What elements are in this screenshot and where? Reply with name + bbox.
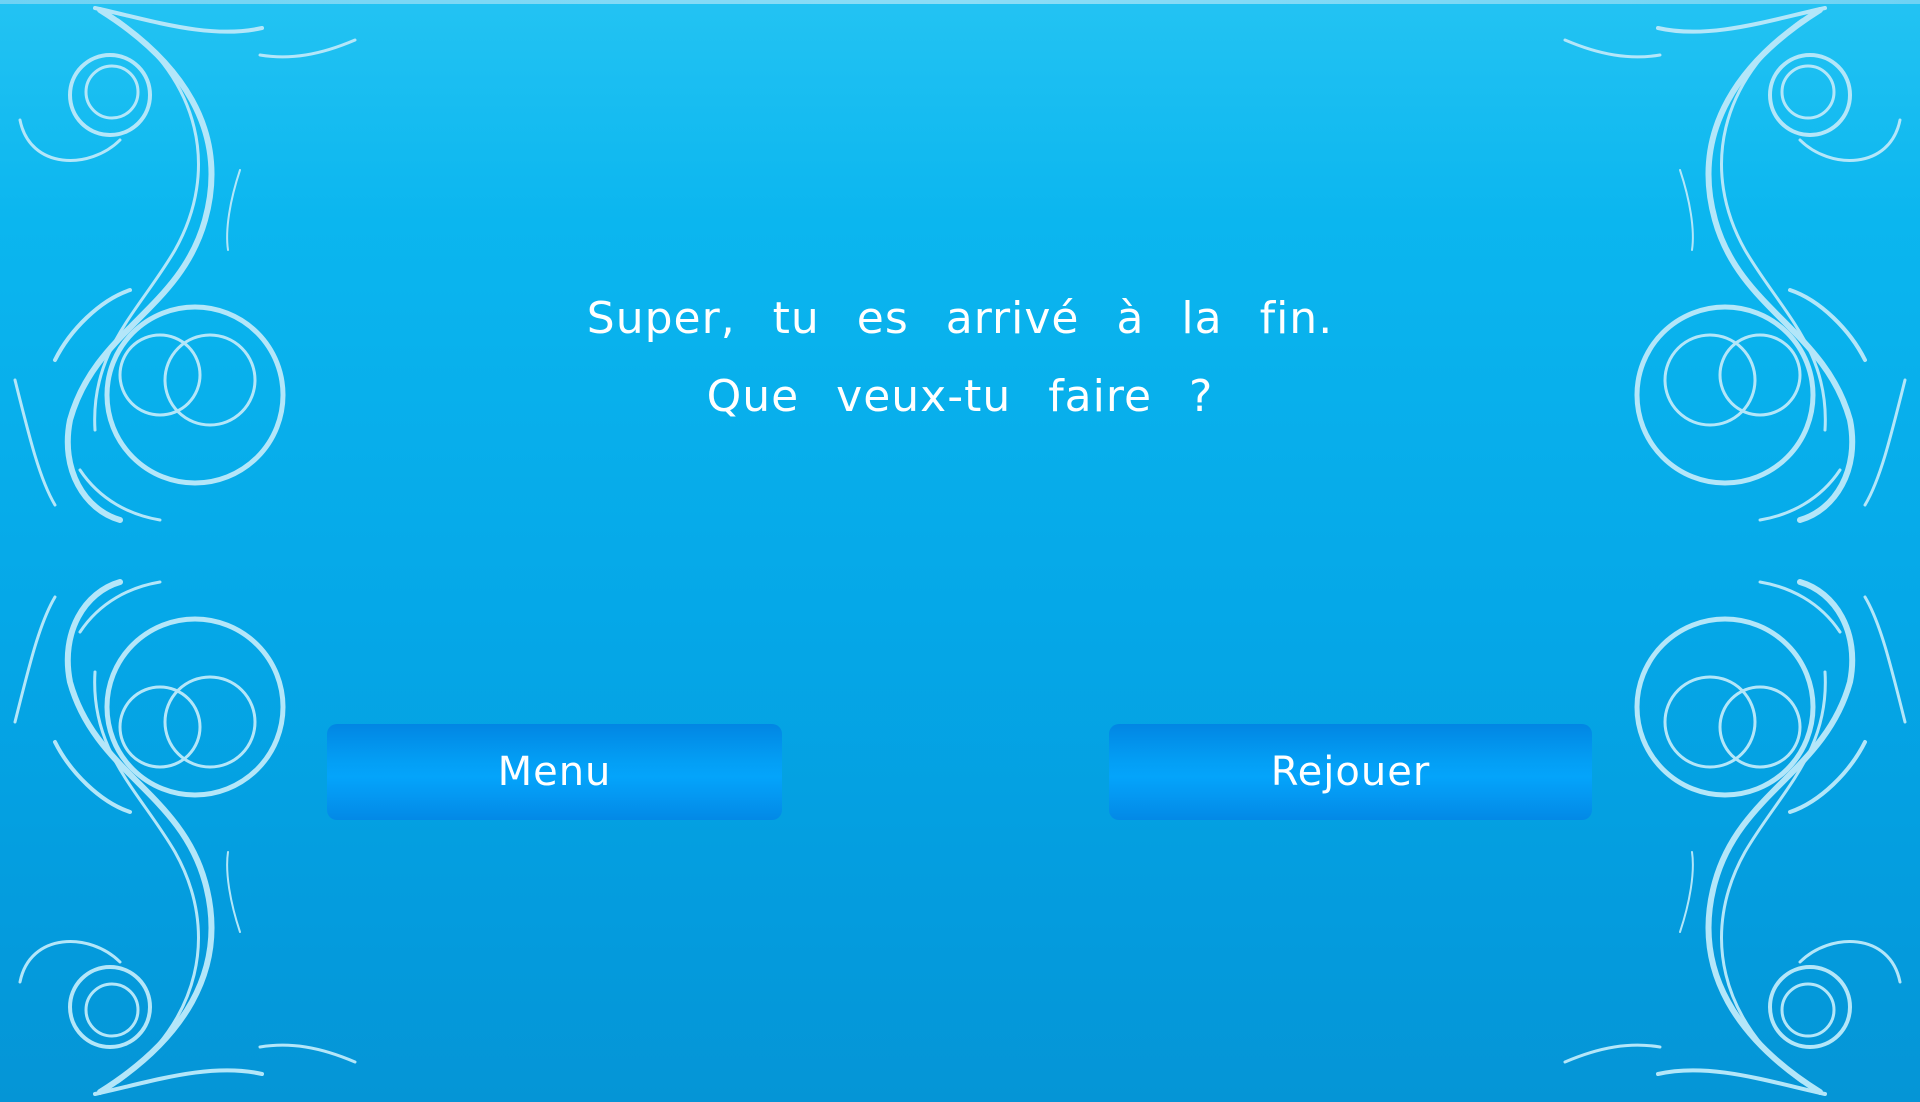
end-screen: Super, tu es arrivé à la fin. Que veux-t… bbox=[0, 0, 1920, 1102]
corner-ornament-top-left bbox=[0, 0, 372, 525]
menu-button[interactable]: Menu bbox=[327, 724, 782, 820]
end-message: Super, tu es arrivé à la fin. Que veux-t… bbox=[0, 280, 1920, 436]
corner-ornament-bottom-left bbox=[0, 577, 372, 1102]
end-message-line-1: Super, tu es arrivé à la fin. bbox=[586, 293, 1334, 344]
corner-ornament-bottom-right bbox=[1548, 577, 1920, 1102]
end-message-line-2: Que veux-tu faire ? bbox=[706, 371, 1214, 422]
corner-ornament-top-right bbox=[1548, 0, 1920, 525]
replay-button[interactable]: Rejouer bbox=[1109, 724, 1592, 820]
